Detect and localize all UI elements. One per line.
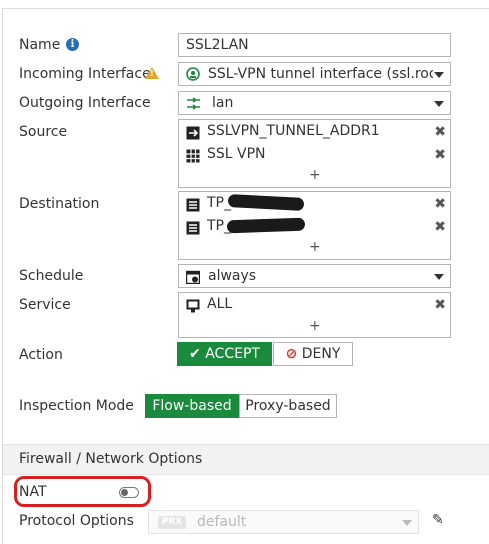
service-icon [186,299,200,313]
section-title: Firewall / Network Options [19,451,203,467]
deny-icon: ⊘ [285,346,298,362]
outgoing-interface-label: Outgoing Interface [19,95,151,111]
service-list[interactable]: ALL ✖ + [178,292,451,338]
chevron-down-icon [434,72,444,78]
add-icon[interactable]: + [309,167,321,183]
redaction-scribble [226,217,306,234]
protocol-options-value: default [197,514,247,530]
source-label: Source [19,124,68,140]
proxy-badge: PRX [158,516,186,529]
protocol-options-label: Protocol Options [19,513,134,529]
warning-icon: ! [145,67,159,79]
calendar-icon [186,270,200,284]
chevron-down-icon [434,101,444,107]
name-input[interactable]: SSL2LAN [178,33,451,57]
deny-label: DENY [301,346,341,362]
list-item: TP_ ✖ [185,195,447,215]
list-item: SSL VPN ✖ [185,146,447,166]
remove-icon[interactable]: ✖ [434,297,446,313]
proxy-based-button[interactable]: Proxy-based [239,394,337,418]
add-icon[interactable]: + [309,318,321,334]
proxy-based-label: Proxy-based [245,398,331,414]
incoming-interface-label: Incoming Interface [19,66,151,82]
address-group-icon [186,149,200,163]
info-icon[interactable]: i [66,38,79,51]
flow-based-button[interactable]: Flow-based [145,394,239,418]
address-icon [186,126,200,140]
edit-icon[interactable]: ✎ [432,512,444,528]
nat-toggle[interactable] [119,487,139,498]
action-label: Action [19,347,63,363]
accept-button[interactable]: ✔ ACCEPT [177,342,272,366]
flow-based-label: Flow-based [152,398,232,414]
schedule-value: always [208,268,257,284]
vpn-tunnel-icon [186,67,200,81]
service-label: Service [19,297,71,313]
source-item-label: SSL VPN [207,146,266,162]
list-item: ALL ✖ [185,296,447,316]
destination-label: Destination [19,196,100,212]
add-icon[interactable]: + [309,239,321,255]
deny-button[interactable]: ⊘ DENY [273,342,353,366]
remove-icon[interactable]: ✖ [434,147,446,163]
list-item: TP_ ✖ [185,218,447,238]
chevron-down-icon [434,274,444,280]
name-value: SSL2LAN [186,37,249,53]
inspection-mode-label: Inspection Mode [19,398,134,414]
check-icon: ✔ [189,346,201,362]
name-label: Name [19,37,61,53]
schedule-label: Schedule [19,268,84,284]
chevron-down-icon [402,520,412,526]
outgoing-interface-value: lan [212,95,234,111]
list-item: SSLVPN_TUNNEL_ADDR1 ✖ [185,123,447,143]
remove-icon[interactable]: ✖ [434,124,446,140]
schedule-select[interactable]: always [178,264,451,288]
accept-label: ACCEPT [205,346,260,362]
destination-list[interactable]: TP_ ✖ TP_ ✖ + [178,191,451,260]
service-item-label: ALL [207,296,233,312]
remove-icon[interactable]: ✖ [434,196,446,212]
shuffle-icon [187,97,200,110]
source-list[interactable]: SSLVPN_TUNNEL_ADDR1 ✖ SSL VPN ✖ + [178,119,451,188]
outgoing-interface-select[interactable]: lan [178,91,451,115]
address-icon [186,198,200,212]
section-header: Firewall / Network Options [3,444,489,475]
remove-icon[interactable]: ✖ [434,219,446,235]
incoming-interface-value: SSL-VPN tunnel interface (ssl.root) [208,66,433,82]
protocol-options-select[interactable]: PRX default [148,510,419,534]
address-icon [186,221,200,235]
incoming-interface-select[interactable]: SSL-VPN tunnel interface (ssl.root) [178,62,451,86]
source-item-label: SSLVPN_TUNNEL_ADDR1 [207,123,380,139]
nat-label: NAT [19,484,47,500]
